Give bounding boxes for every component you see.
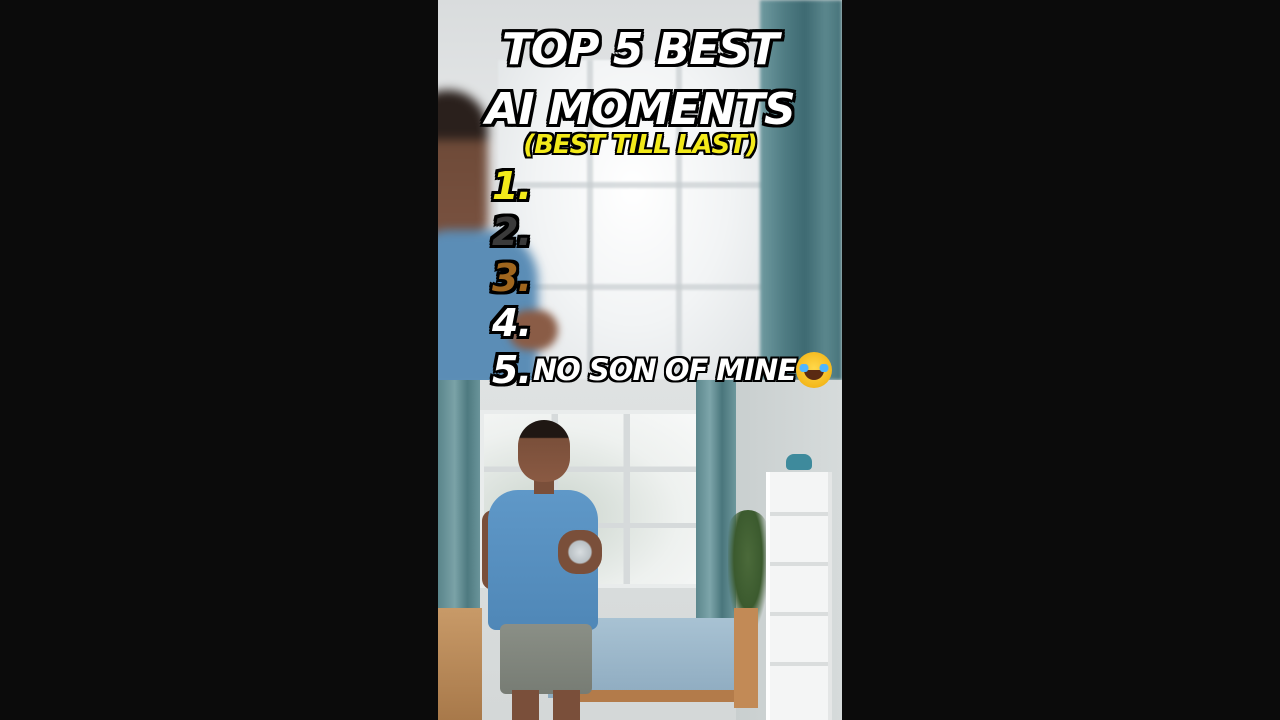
boy-legs-image <box>512 690 580 720</box>
boy-shorts-image <box>500 624 592 694</box>
video-subtitle: (BEST TILL LAST) <box>523 130 758 160</box>
shelf-board <box>770 562 828 566</box>
boy-hands-image <box>558 530 602 574</box>
app-stage: TOP 5 BEST AI MOMENTS (BEST TILL LAST) 1… <box>0 0 1280 720</box>
vase-image <box>786 454 812 470</box>
window-transom <box>498 284 768 290</box>
curtain-left-image <box>438 380 480 620</box>
rank-number: 5. <box>492 348 532 392</box>
rank-label: NO SON OF MINE <box>532 353 797 387</box>
bed-post-image <box>734 608 758 708</box>
rank-item-5: 5. NO SON OF MINE <box>492 348 833 392</box>
video-frame-bottom <box>438 380 842 720</box>
rank-item-2: 2. <box>492 210 532 254</box>
shelf-board <box>770 612 828 616</box>
rank-item-4: 4. <box>492 301 532 345</box>
boy-head-image <box>518 420 570 482</box>
rank-number: 1. <box>492 164 532 208</box>
chair-image <box>438 608 482 720</box>
video-player[interactable]: TOP 5 BEST AI MOMENTS (BEST TILL LAST) 1… <box>438 0 842 720</box>
rank-number: 3. <box>492 256 532 300</box>
rank-item-1: 1. <box>492 164 532 208</box>
laughing-emoji-icon <box>796 352 833 388</box>
video-title-line1: TOP 5 BEST <box>501 24 779 75</box>
rank-number: 4. <box>492 301 532 345</box>
rank-item-3: 3. <box>492 256 532 300</box>
rank-number: 2. <box>492 210 532 254</box>
bookshelf-image <box>766 472 832 720</box>
shelf-board <box>770 512 828 516</box>
shelf-board <box>770 662 828 666</box>
window-transom <box>498 181 768 188</box>
